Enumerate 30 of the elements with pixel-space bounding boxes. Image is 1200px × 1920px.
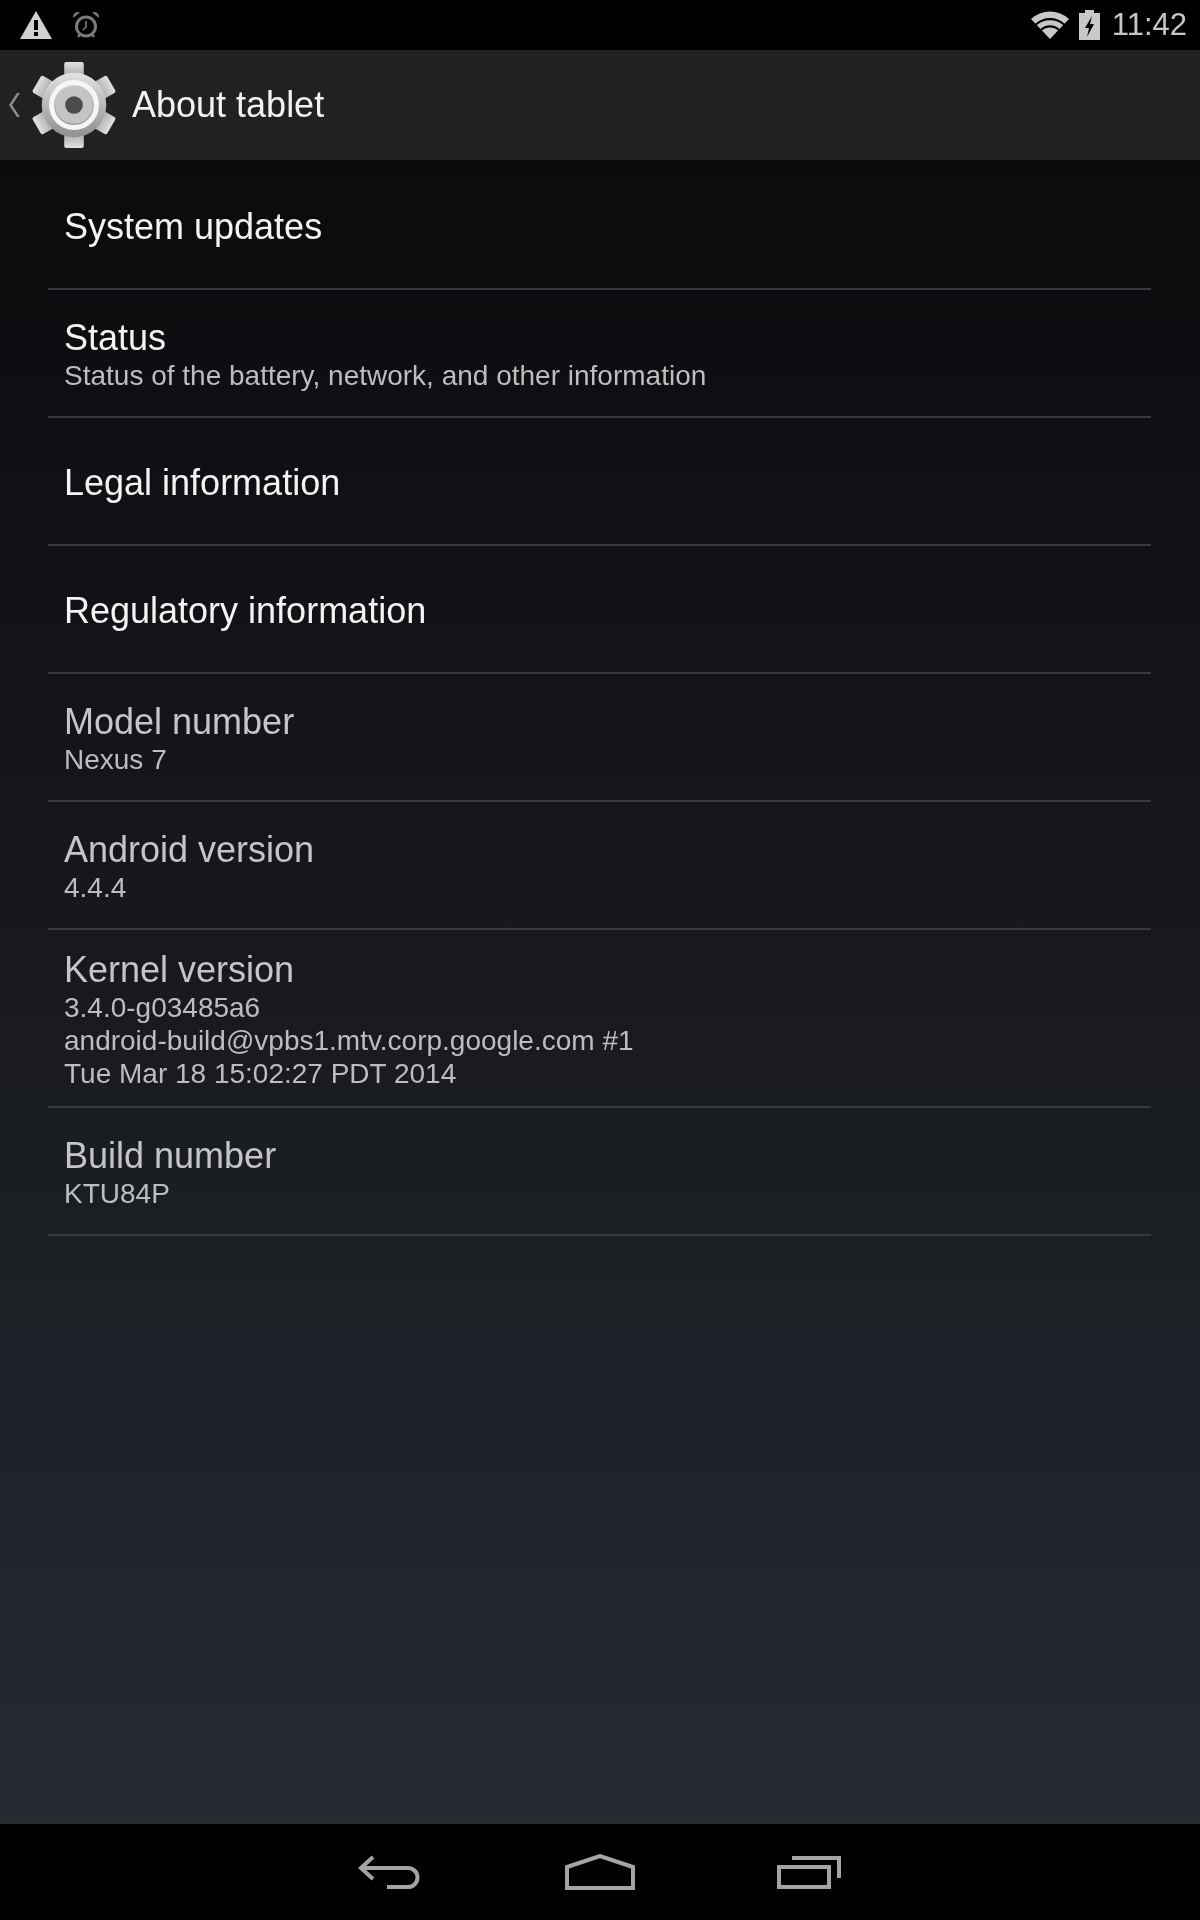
preference-title: Legal information bbox=[64, 460, 342, 504]
preference-title: System updates bbox=[64, 204, 324, 248]
preference-item[interactable]: Regulatory information bbox=[48, 546, 1151, 674]
battery-charging-icon bbox=[1078, 10, 1100, 40]
warning-icon bbox=[20, 11, 52, 39]
preference-summary: KTU84P bbox=[64, 1177, 171, 1210]
preference-title: Status bbox=[64, 316, 168, 359]
preference-summary: android-build@vpbs1.mtv.corp.google.com #1 bbox=[64, 1024, 635, 1057]
preference-item[interactable]: Status Status of the battery, network, and other information bbox=[48, 290, 1151, 418]
preference-item[interactable]: System updates bbox=[48, 162, 1151, 290]
wifi-icon bbox=[1030, 11, 1069, 39]
home-icon bbox=[565, 1854, 635, 1890]
preference-summary: Nexus 7 bbox=[64, 743, 168, 776]
clock-time: 11:42 bbox=[1111, 7, 1187, 43]
recent-apps-icon bbox=[777, 1855, 843, 1889]
preference-summary: Tue Mar 18 15:02:27 PDT 2014 bbox=[64, 1057, 458, 1090]
preference-title: Model number bbox=[64, 700, 296, 743]
preference-title: Kernel version bbox=[64, 948, 296, 991]
preference-summary: Status of the battery, network, and other information bbox=[64, 359, 708, 392]
preference-item[interactable]: Legal information bbox=[48, 418, 1151, 546]
preference-title: Android version bbox=[64, 828, 316, 871]
preference-title: Regulatory information bbox=[64, 588, 428, 632]
preference-summary: 3.4.0-g03485a6 bbox=[64, 991, 262, 1024]
alarm-clock-icon bbox=[72, 11, 100, 39]
settings-icon bbox=[30, 61, 118, 149]
preference-summary: 4.4.4 bbox=[64, 871, 128, 904]
preference-title: Build number bbox=[64, 1134, 278, 1177]
back-arrow-icon bbox=[358, 1855, 422, 1889]
screen-title: About tablet bbox=[132, 83, 325, 127]
caret-icon bbox=[8, 93, 22, 117]
